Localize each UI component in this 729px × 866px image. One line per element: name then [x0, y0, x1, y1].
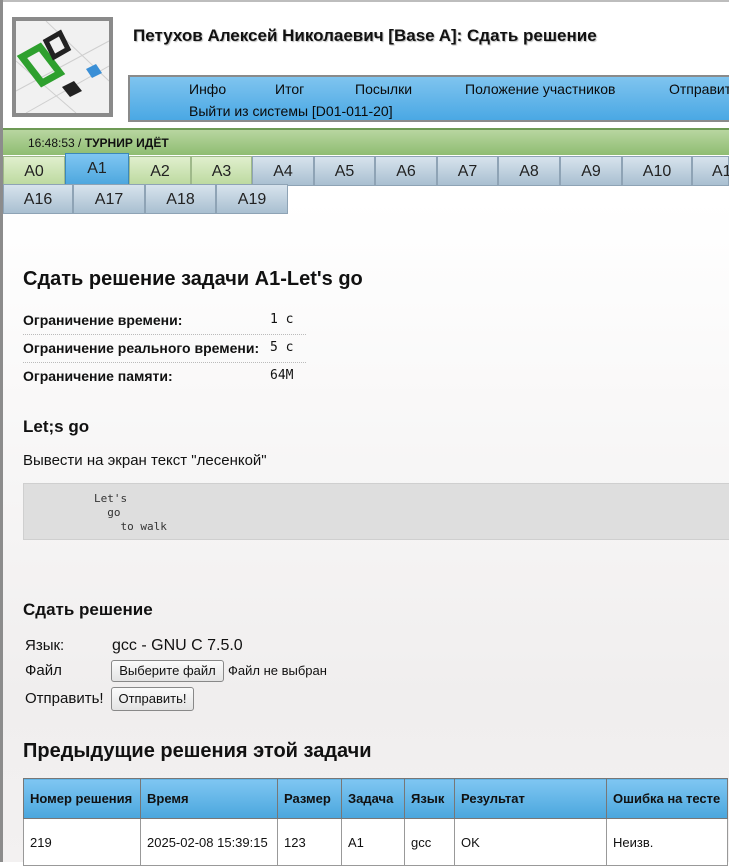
- problem-statement: Вывести на экран текст "лесенкой": [23, 452, 267, 469]
- column-header-language: Язык: [404, 778, 455, 819]
- tab-problem-a19[interactable]: A19: [216, 184, 288, 214]
- example-line: go: [94, 506, 121, 519]
- example-output-block: Let's go to walk: [23, 483, 729, 540]
- limit-label: Ограничение времени:: [23, 312, 183, 328]
- tab-problem-a5[interactable]: A5: [314, 156, 375, 186]
- table-row: 219 2025-02-08 15:39:15 123 A1 gcc OK Не…: [23, 818, 728, 866]
- tab-problem-a4[interactable]: A4: [252, 156, 314, 186]
- limit-row-time: Ограничение времени: 1 с: [23, 307, 306, 335]
- menu-item-submissions[interactable]: Посылки: [355, 81, 412, 97]
- page-title: Петухов Алексей Николаевич [Base A]: Сда…: [133, 26, 597, 45]
- column-header-result: Результат: [454, 778, 607, 819]
- tab-problem-a18[interactable]: A18: [145, 184, 216, 214]
- tab-problem-a17[interactable]: A17: [73, 184, 145, 214]
- problem-name: Let;s go: [23, 417, 90, 436]
- column-header-run-id: Номер решения: [23, 778, 141, 819]
- choose-file-button[interactable]: Выберите файл: [111, 660, 224, 682]
- send-label: Отправить!: [25, 690, 104, 707]
- tab-problem-a6[interactable]: A6: [375, 156, 437, 186]
- language-label: Язык:: [25, 637, 65, 654]
- submit-heading: Сдать решение: [23, 600, 153, 619]
- cell-time: 2025-02-08 15:39:15: [140, 818, 278, 866]
- main-menu: Инфо Итог Посылки Положение участников О…: [128, 75, 729, 122]
- limit-value: 1 с: [270, 312, 294, 327]
- file-status: Файл не выбран: [228, 663, 327, 678]
- menu-item-logout[interactable]: Выйти из системы [D01-011-20]: [189, 103, 393, 119]
- cell-language: gcc: [404, 818, 455, 866]
- contest-status-bar: 16:48:53 / ТУРНИР ИДЁТ: [3, 128, 729, 155]
- history-heading: Предыдущие решения этой задачи: [23, 740, 372, 762]
- problem-heading: Сдать решение задачи A1-Let's go: [23, 268, 363, 290]
- cell-size: 123: [277, 818, 342, 866]
- ejudge-logo: [12, 17, 113, 117]
- logo-icon: [16, 21, 109, 113]
- limit-row-real-time: Ограничение реального времени: 5 с: [23, 335, 306, 363]
- cell-run-id[interactable]: 219: [23, 818, 141, 866]
- server-time: 16:48:53: [28, 136, 75, 150]
- cell-failed-test: Неизв.: [606, 818, 728, 866]
- tab-problem-a2[interactable]: A2: [129, 156, 191, 186]
- cell-result: OK: [454, 818, 607, 866]
- menu-item-standings[interactable]: Положение участников: [465, 81, 615, 97]
- menu-item-summary[interactable]: Итог: [275, 81, 304, 97]
- tab-problem-a10[interactable]: A10: [622, 156, 692, 186]
- tab-problem-a7[interactable]: A7: [437, 156, 498, 186]
- column-header-size: Размер: [277, 778, 342, 819]
- table-header-row: Номер решения Время Размер Задача Язык Р…: [23, 778, 728, 819]
- limit-value: 5 с: [270, 340, 294, 355]
- contest-state: ТУРНИР ИДЁТ: [84, 136, 169, 150]
- column-header-time: Время: [140, 778, 278, 819]
- language-value: gcc - GNU C 7.5.0: [112, 637, 243, 654]
- status-text: 16:48:53 / ТУРНИР ИДЁТ: [28, 136, 169, 150]
- column-header-failed-test: Ошибка на тесте: [606, 778, 728, 819]
- tab-problem-a8[interactable]: A8: [498, 156, 560, 186]
- menu-item-send[interactable]: Отправит: [669, 81, 729, 97]
- status-separator: /: [74, 136, 85, 150]
- example-line: to walk: [94, 520, 167, 533]
- limit-value: 64M: [270, 368, 294, 383]
- limit-label: Ограничение реального времени:: [23, 340, 260, 356]
- limit-label: Ограничение памяти:: [23, 368, 173, 384]
- tab-problem-a0[interactable]: A0: [3, 156, 65, 186]
- tab-problem-a9[interactable]: A9: [560, 156, 622, 186]
- submit-button[interactable]: Отправить!: [111, 687, 194, 711]
- menu-item-info[interactable]: Инфо: [189, 81, 226, 97]
- example-line: Let's: [94, 492, 128, 505]
- column-header-problem: Задача: [341, 778, 405, 819]
- file-label: Файл: [25, 662, 62, 679]
- cell-problem: A1: [341, 818, 405, 866]
- tab-problem-a16[interactable]: A16: [3, 184, 73, 214]
- tab-problem-a11-partial[interactable]: A1: [692, 156, 729, 186]
- previous-runs-table: Номер решения Время Размер Задача Язык Р…: [23, 778, 728, 866]
- tab-problem-a3[interactable]: A3: [191, 156, 252, 186]
- tab-problem-a1[interactable]: A1: [65, 153, 129, 185]
- window-top-border: [0, 0, 729, 2]
- limit-row-memory: Ограничение памяти: 64M: [23, 363, 306, 390]
